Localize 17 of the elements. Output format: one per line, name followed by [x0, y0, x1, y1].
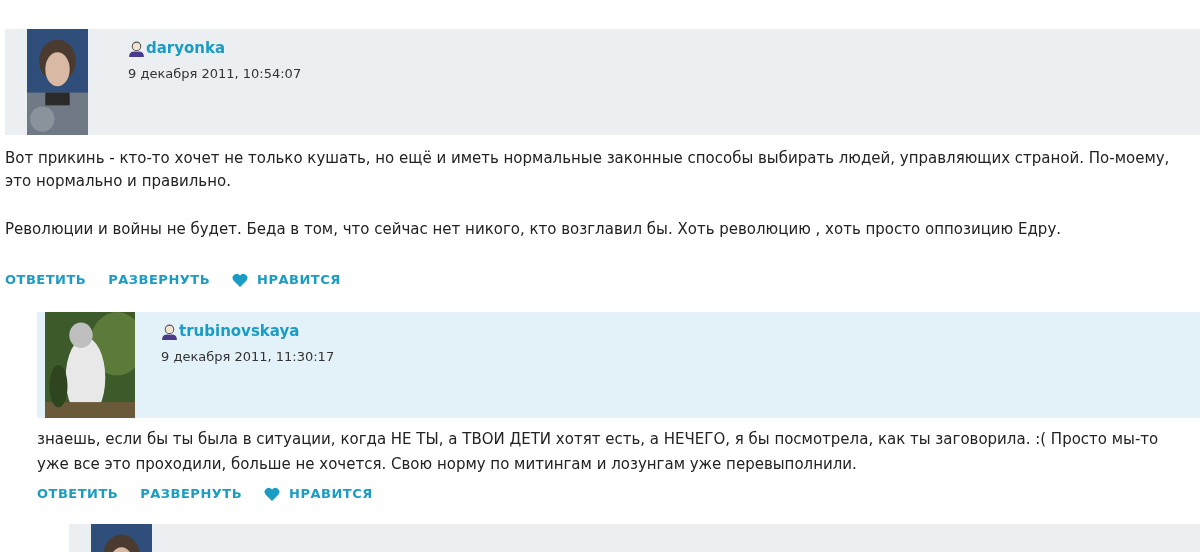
action-link[interactable]: ОТВЕТИТЬ	[37, 486, 119, 501]
heart-icon	[264, 486, 281, 501]
comment-date: 9 декабря 2011, 10:54:07	[128, 66, 302, 81]
comment-text: Революции и войны не будет. Беда в том, что сейчас нет никого, кто возглавил бы. Хоть революцию , хоть просто оппозицию Едру.	[5, 219, 1063, 240]
comment-text: Вот прикинь - кто-то хочет не только кушать, но ещё и иметь нормальные законные способы выбирать людей, управляющих страной. По-моему, это нормально и правильно.	[5, 148, 1171, 192]
user-icon	[128, 39, 145, 57]
action-link[interactable]: РАЗВЕРНУТЬ	[140, 486, 243, 501]
action-link[interactable]: РАЗВЕРНУТЬ	[108, 272, 211, 287]
comment-date: 9 декабря 2011, 11:30:17	[161, 349, 335, 364]
like-link[interactable]: НРАВИТСЯ	[232, 272, 341, 287]
comment-text: знаешь, если бы ты была в ситуации, когда НЕ ТЫ, а ТВОИ ДЕТИ хотят есть, а НЕЧЕГО, я бы посмотрела, как ты заговорила. :( Просто мы-то уже все это проходили, больше не хочется. Свою норму по митингам и лозунгам уже перевыполнили.	[37, 429, 1160, 475]
username-link[interactable]: daryonka	[146, 39, 226, 57]
user-icon	[161, 322, 178, 340]
action-link[interactable]: ОТВЕТИТЬ	[5, 272, 87, 287]
username-link[interactable]: trubinovskaya	[179, 322, 300, 340]
like-link[interactable]: НРАВИТСЯ	[264, 486, 373, 501]
heart-icon	[232, 272, 249, 287]
